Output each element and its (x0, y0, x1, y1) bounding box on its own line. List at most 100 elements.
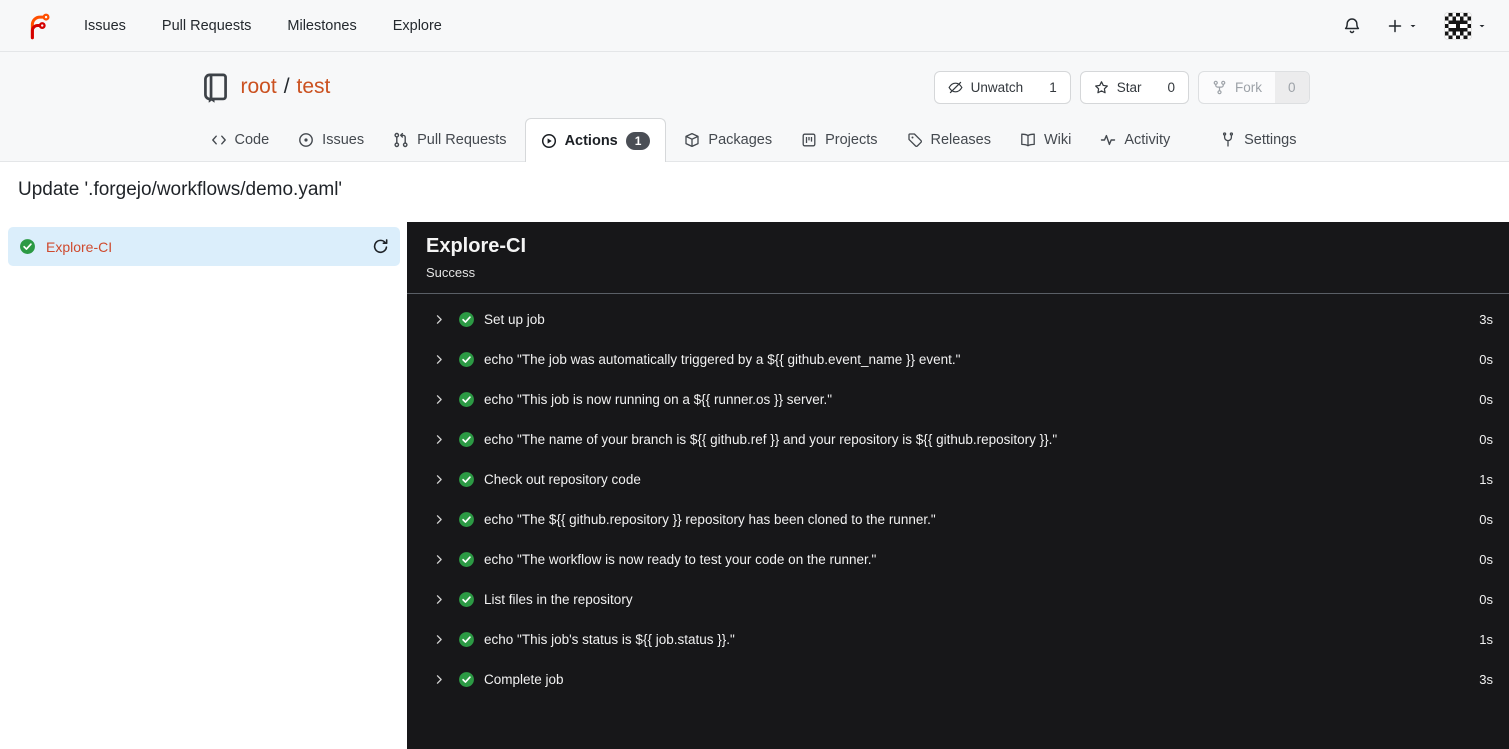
star-icon (1094, 80, 1109, 95)
chevron-right-icon[interactable] (433, 313, 446, 326)
main-nav: Issues Pull Requests Milestones Explore (84, 18, 442, 34)
step-duration: 0s (1479, 391, 1493, 407)
step-row[interactable]: echo "The ${{ github.repository }} repos… (407, 499, 1509, 539)
step-duration: 0s (1479, 511, 1493, 527)
nav-pull-requests[interactable]: Pull Requests (162, 18, 251, 34)
repo-tabs: Code Issues Pull Requests Actions 1 Pack… (200, 118, 1310, 162)
fork-button: Fork (1199, 72, 1275, 103)
tab-code[interactable]: Code (200, 119, 281, 161)
step-row[interactable]: Complete job 3s (407, 659, 1509, 699)
jobs-sidebar: Explore-CI (0, 222, 407, 749)
navbar-right (1343, 11, 1487, 40)
tab-actions[interactable]: Actions 1 (524, 118, 667, 162)
check-circle-icon (458, 311, 475, 328)
run-title-zone: Update '.forgejo/workflows/demo.yaml' (0, 162, 1509, 222)
tab-releases[interactable]: Releases (896, 119, 1002, 161)
chevron-right-icon[interactable] (433, 393, 446, 406)
step-duration: 1s (1479, 471, 1493, 487)
step-duration: 0s (1479, 551, 1493, 567)
chevron-right-icon[interactable] (433, 353, 446, 366)
star-button[interactable]: Star (1081, 72, 1155, 103)
step-row[interactable]: echo "This job's status is ${{ job.statu… (407, 619, 1509, 659)
forgejo-actions-page: Issues Pull Requests Milestones Explore (0, 0, 1509, 749)
tab-projects[interactable]: Projects (790, 119, 888, 161)
fork-icon (1212, 80, 1227, 95)
check-circle-icon (458, 631, 475, 648)
step-row[interactable]: Check out repository code 1s (407, 459, 1509, 499)
job-item-explore-ci[interactable]: Explore-CI (8, 227, 400, 266)
fork-button-group: Fork 0 (1197, 70, 1310, 104)
avatar (1444, 11, 1472, 40)
step-duration: 1s (1479, 631, 1493, 647)
step-row[interactable]: echo "The job was automatically triggere… (407, 339, 1509, 379)
step-duration: 0s (1479, 351, 1493, 367)
chevron-right-icon[interactable] (433, 473, 446, 486)
tab-settings[interactable]: Settings (1209, 119, 1307, 161)
tab-packages[interactable]: Packages (673, 119, 783, 161)
star-button-group: Star 0 (1079, 70, 1189, 104)
actions-icon (541, 133, 557, 149)
job-panel-header: Explore-CI Success (407, 222, 1509, 294)
watchers-count[interactable]: 1 (1036, 72, 1070, 103)
rerun-job-icon[interactable] (372, 238, 389, 255)
repo-action-buttons: Unwatch 1 Star 0 Fork 0 (933, 70, 1310, 104)
activity-icon (1100, 132, 1116, 148)
settings-icon (1220, 132, 1236, 148)
tag-icon (907, 132, 923, 148)
repo-title-row: root / test Unwatch 1 Star 0 Fork 0 (200, 67, 1310, 107)
chevron-right-icon[interactable] (433, 433, 446, 446)
step-row[interactable]: echo "The workflow is now ready to test … (407, 539, 1509, 579)
repo-title: root / test (241, 75, 331, 99)
issue-icon (298, 132, 314, 148)
code-icon (211, 132, 227, 148)
check-circle-icon (458, 431, 475, 448)
chevron-right-icon[interactable] (433, 673, 446, 686)
step-list: Set up job 3s echo "The job was automati… (407, 294, 1509, 699)
repo-icon (200, 72, 231, 103)
step-row[interactable]: Set up job 3s (407, 299, 1509, 339)
tab-wiki[interactable]: Wiki (1009, 119, 1082, 161)
job-name-link[interactable]: Explore-CI (46, 239, 112, 255)
bell-icon (1343, 17, 1361, 35)
caret-down-icon (1477, 21, 1487, 31)
nav-issues[interactable]: Issues (84, 18, 126, 34)
package-icon (684, 132, 700, 148)
unwatch-button[interactable]: Unwatch (935, 72, 1037, 103)
repo-name-link[interactable]: test (297, 75, 331, 98)
step-duration: 3s (1479, 311, 1493, 327)
repo-owner-link[interactable]: root (241, 75, 277, 98)
nav-milestones[interactable]: Milestones (287, 18, 356, 34)
step-row[interactable]: echo "The name of your branch is ${{ git… (407, 419, 1509, 459)
tab-issues[interactable]: Issues (287, 119, 375, 161)
check-circle-icon (458, 551, 475, 568)
check-circle-icon (458, 391, 475, 408)
chevron-right-icon[interactable] (433, 633, 446, 646)
step-duration: 0s (1479, 591, 1493, 607)
check-circle-icon (458, 511, 475, 528)
forks-count: 0 (1274, 71, 1309, 103)
forgejo-logo-icon[interactable] (22, 10, 54, 42)
repo-header: root / test Unwatch 1 Star 0 Fork 0 Code… (0, 52, 1509, 162)
job-panel-title: Explore-CI (426, 235, 527, 257)
check-circle-icon (458, 591, 475, 608)
notifications-button[interactable] (1343, 17, 1361, 35)
chevron-right-icon[interactable] (433, 553, 446, 566)
project-icon (801, 132, 817, 148)
step-row[interactable]: List files in the repository 0s (407, 579, 1509, 619)
caret-down-icon (1408, 21, 1418, 31)
chevron-right-icon[interactable] (433, 593, 446, 606)
watch-button-group: Unwatch 1 (933, 70, 1071, 104)
check-circle-icon (458, 671, 475, 688)
user-menu-button[interactable] (1444, 11, 1487, 40)
stars-count[interactable]: 0 (1154, 72, 1188, 103)
create-new-button[interactable] (1387, 18, 1418, 34)
chevron-right-icon[interactable] (433, 513, 446, 526)
tab-pull-requests[interactable]: Pull Requests (382, 119, 517, 161)
top-navbar: Issues Pull Requests Milestones Explore (0, 0, 1509, 52)
repo-separator: / (283, 75, 290, 98)
tab-activity[interactable]: Activity (1089, 119, 1181, 161)
step-row[interactable]: echo "This job is now running on a ${{ r… (407, 379, 1509, 419)
check-circle-icon (19, 238, 36, 255)
nav-explore[interactable]: Explore (393, 18, 442, 34)
check-circle-icon (458, 471, 475, 488)
